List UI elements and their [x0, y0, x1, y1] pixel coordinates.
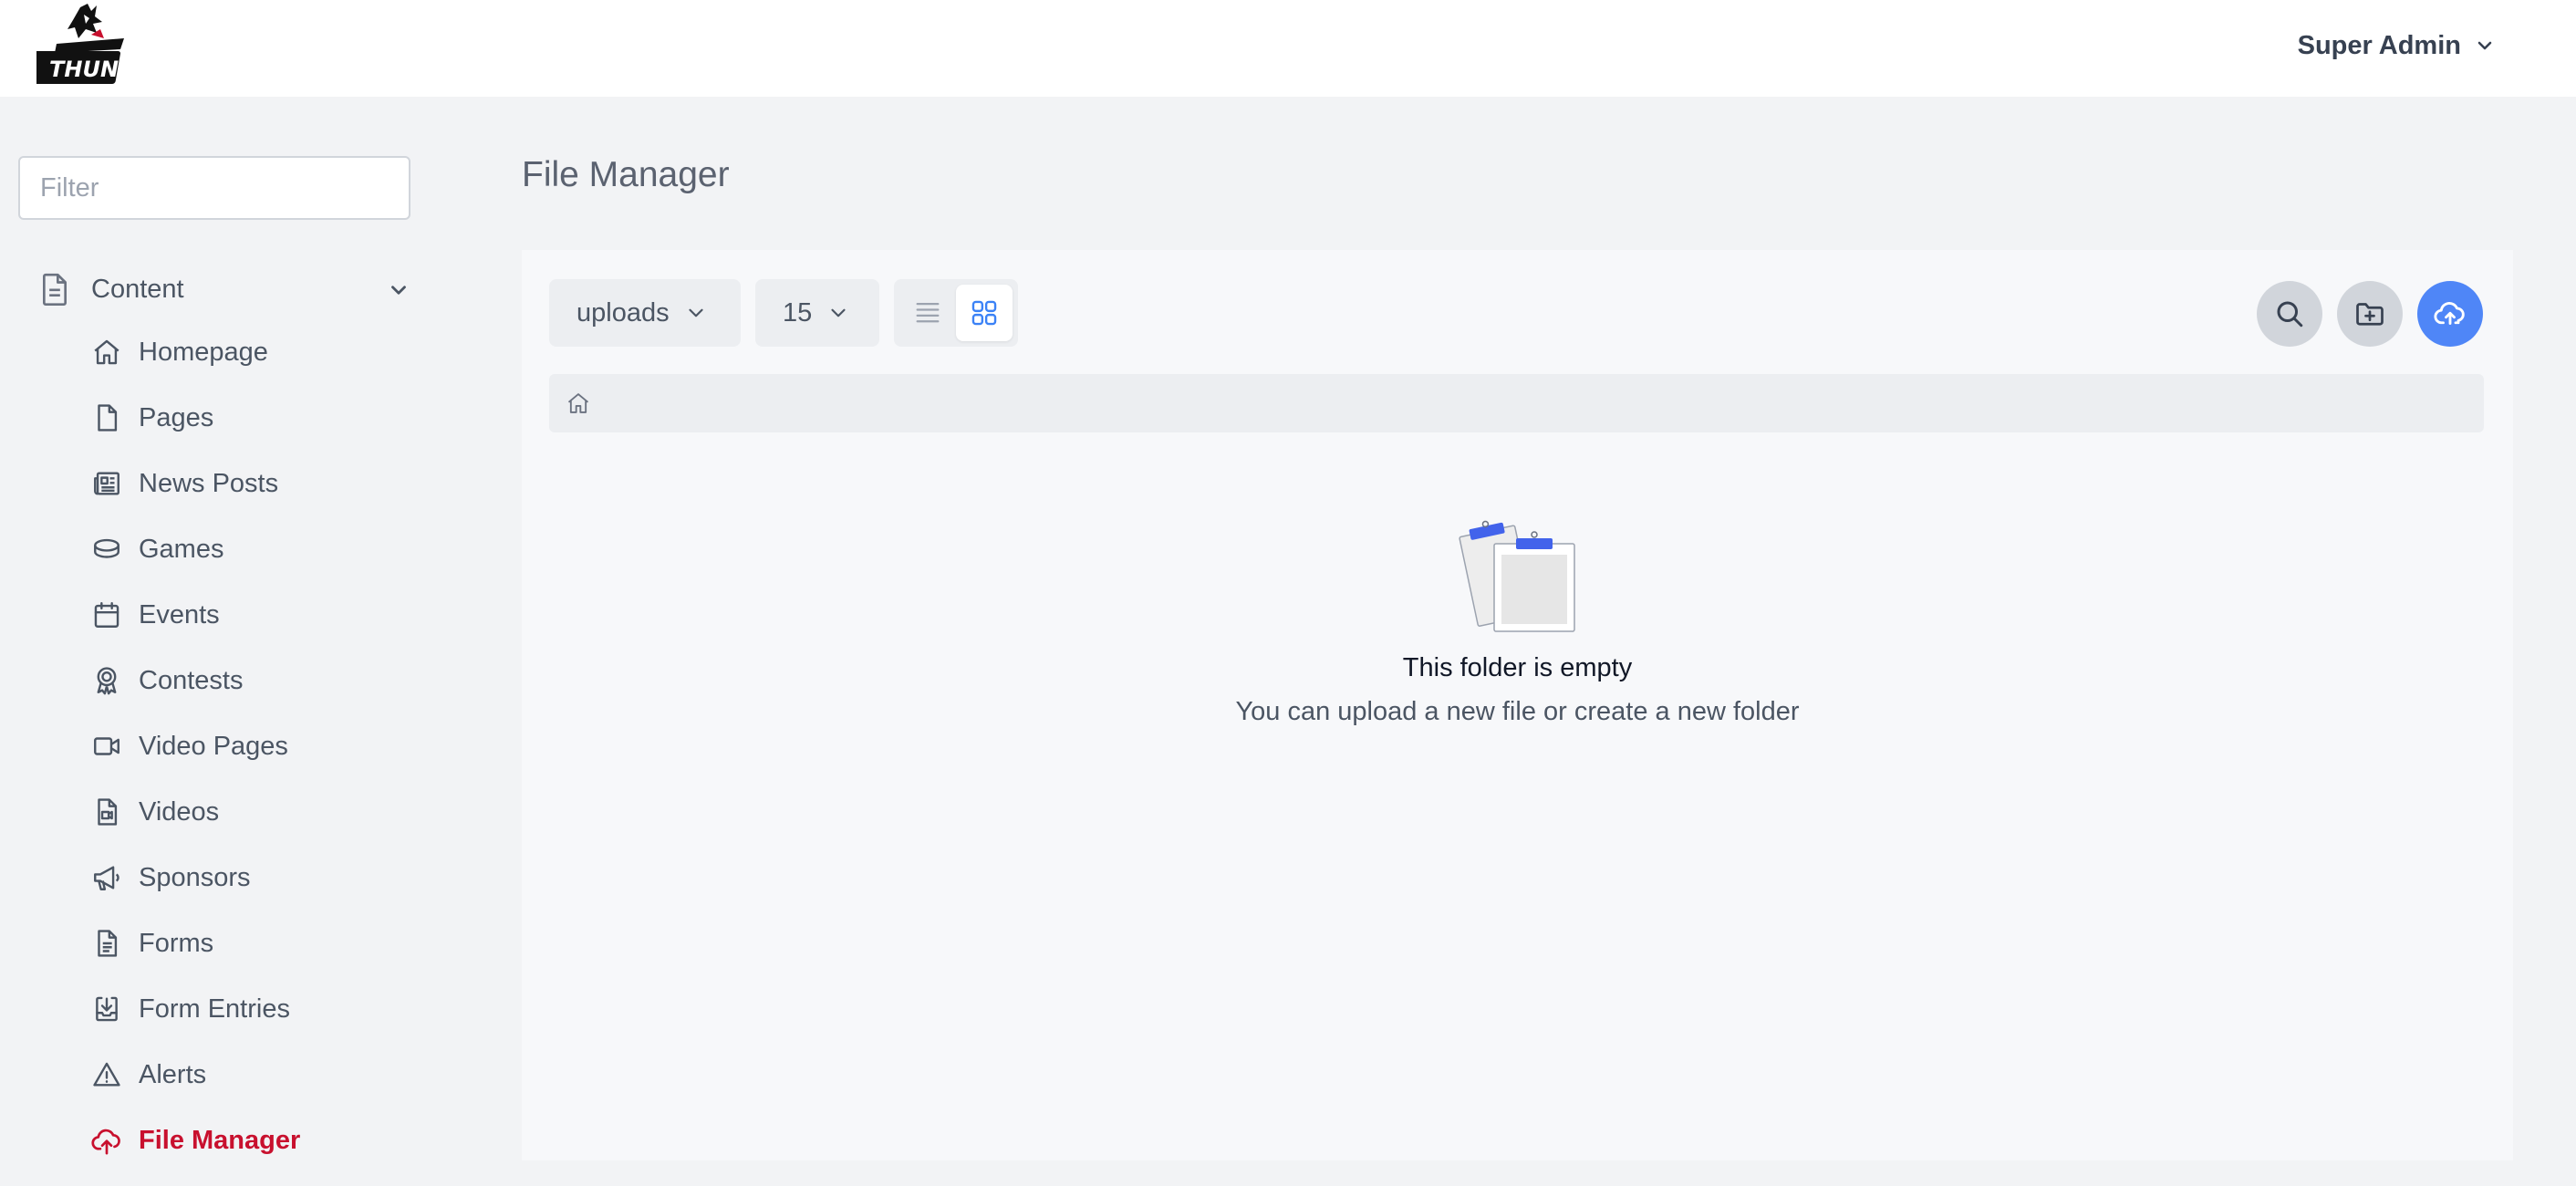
- sidebar-group-content[interactable]: Content: [36, 268, 410, 310]
- sidebar-filter-input[interactable]: [18, 156, 410, 220]
- cloud-upload-icon: [91, 1129, 120, 1155]
- chevron-down-icon: [831, 308, 846, 317]
- svg-text:THUNDER: THUNDER: [49, 57, 133, 82]
- breadcrumb: [549, 374, 2484, 432]
- award-icon: [97, 667, 117, 695]
- sidebar-item-news-posts[interactable]: News Posts: [91, 451, 438, 516]
- sidebar-item-video-pages[interactable]: Video Pages: [91, 713, 438, 779]
- new-folder-button[interactable]: [2337, 281, 2403, 347]
- sidebar-nav: Homepage Pages News Posts Games Events C…: [91, 319, 438, 1173]
- sidebar-item-events[interactable]: Events: [91, 582, 438, 648]
- user-menu[interactable]: Super Admin: [2298, 27, 2496, 64]
- inbox-download-icon: [96, 996, 118, 1022]
- sidebar-item-videos[interactable]: Videos: [91, 779, 438, 845]
- sidebar-item-games[interactable]: Games: [91, 516, 438, 582]
- video-camera-icon: [94, 737, 119, 755]
- folder-plus-icon: [2356, 303, 2384, 326]
- list-view-button[interactable]: [899, 285, 956, 341]
- sidebar-group-label: Content: [91, 274, 184, 304]
- user-name: Super Admin: [2297, 30, 2461, 60]
- per-page-value: 15: [783, 297, 813, 328]
- file-manager-panel: uploads 15 This folder is empty You can …: [522, 250, 2513, 1160]
- home-icon[interactable]: [566, 390, 591, 416]
- sidebar-item-file-manager[interactable]: File Manager: [91, 1108, 438, 1173]
- upload-button[interactable]: [2417, 281, 2483, 347]
- sidebar-item-label: Games: [139, 534, 224, 564]
- sidebar-item-label: Homepage: [139, 337, 268, 367]
- cloud-upload-icon: [2434, 302, 2465, 325]
- chevron-down-icon: [391, 286, 406, 295]
- sidebar-item-homepage[interactable]: Homepage: [91, 319, 438, 385]
- empty-state-subtitle: You can upload a new file or create a ne…: [1235, 697, 1800, 726]
- sidebar-item-label: Events: [139, 599, 220, 629]
- sidebar-item-label: Forms: [139, 928, 214, 958]
- folder-select-value: uploads: [576, 297, 670, 328]
- search-icon: [2277, 301, 2303, 328]
- sidebar-item-pages[interactable]: Pages: [91, 385, 438, 451]
- sidebar-item-label: Contests: [139, 665, 244, 695]
- megaphone-icon: [94, 866, 119, 890]
- warning-icon: [93, 1062, 120, 1087]
- sidebar-item-label: Video Pages: [139, 731, 288, 761]
- sidebar-item-label: News Posts: [139, 468, 279, 498]
- video-file-icon: [98, 798, 118, 826]
- calendar-icon: [94, 602, 119, 628]
- newspaper-icon: [94, 472, 119, 495]
- sidebar-item-label: Alerts: [139, 1059, 207, 1089]
- home-icon: [94, 339, 119, 365]
- form-icon: [98, 930, 118, 957]
- sidebar-item-label: File Manager: [139, 1125, 301, 1155]
- page-icon: [98, 404, 118, 432]
- sidebar: Content Homepage Pages News Posts Games …: [0, 97, 465, 1186]
- empty-state-title: This folder is empty: [1402, 653, 1633, 682]
- sidebar-item-label: Videos: [139, 796, 220, 827]
- sidebar-item-label: Sponsors: [139, 862, 251, 892]
- sidebar-item-alerts[interactable]: Alerts: [91, 1042, 438, 1108]
- document-icon: [43, 273, 67, 306]
- grid-view-button[interactable]: [956, 285, 1013, 341]
- sidebar-item-forms[interactable]: Forms: [91, 910, 438, 976]
- sidebar-item-contests[interactable]: Contests: [91, 648, 438, 713]
- puck-icon: [94, 538, 119, 558]
- folder-select[interactable]: uploads: [549, 279, 741, 347]
- list-view-icon: [916, 302, 940, 323]
- search-button[interactable]: [2257, 281, 2322, 347]
- thunder-logo[interactable]: THUNDER: [26, 2, 169, 88]
- chevron-down-icon: [689, 308, 703, 317]
- page-title: File Manager: [522, 155, 730, 194]
- view-mode-toggle: [894, 279, 1018, 347]
- sidebar-item-form-entries[interactable]: Form Entries: [91, 976, 438, 1042]
- top-bar: THUNDER Super Admin: [0, 0, 2576, 97]
- chevron-down-icon: [2477, 41, 2492, 50]
- empty-folder-illustration: [1452, 515, 1580, 633]
- per-page-select[interactable]: 15: [755, 279, 879, 347]
- sidebar-item-label: Pages: [139, 402, 214, 432]
- sidebar-item-label: Form Entries: [139, 994, 290, 1024]
- grid-view-icon: [971, 300, 997, 326]
- sidebar-item-sponsors[interactable]: Sponsors: [91, 845, 438, 910]
